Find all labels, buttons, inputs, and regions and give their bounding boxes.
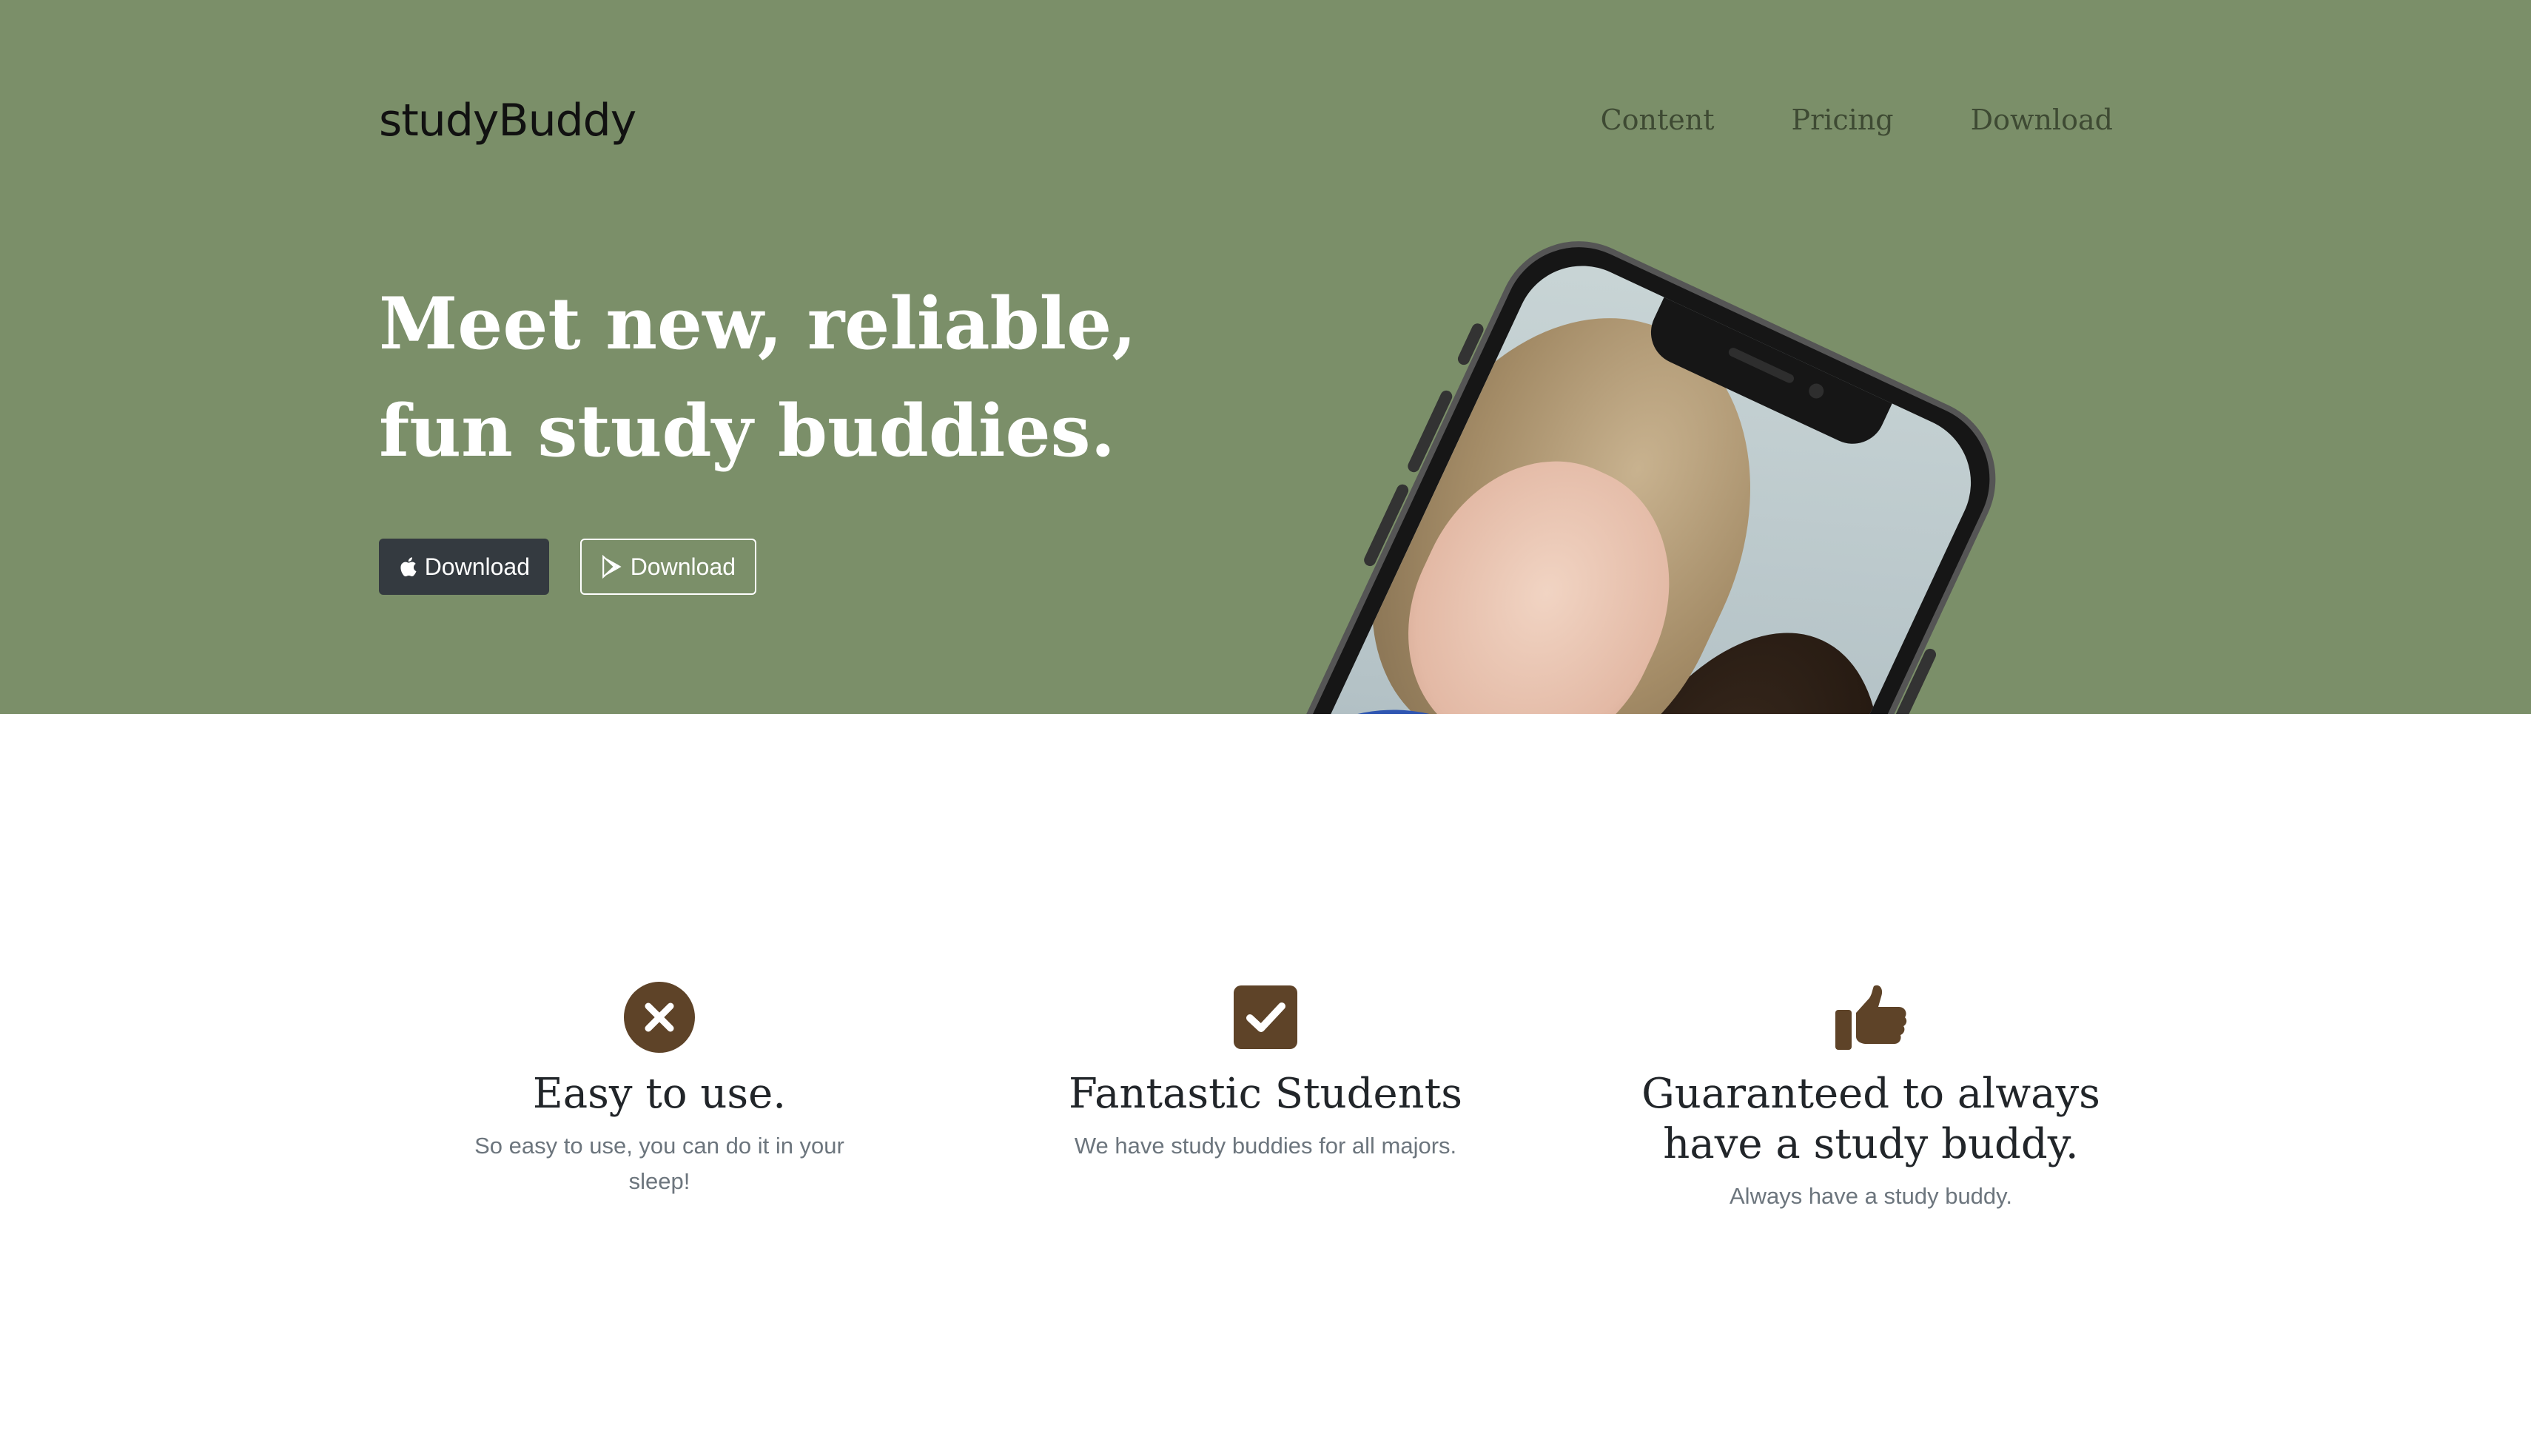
feature-title: Fantastic Students — [1069, 1070, 1462, 1118]
phone-side-button — [1456, 321, 1486, 367]
google-play-download-label: Download — [630, 553, 736, 580]
x-circle-icon — [624, 982, 695, 1053]
nav-content[interactable]: Content — [1601, 104, 1715, 136]
nav-download[interactable]: Download — [1971, 104, 2113, 136]
feature-text: Always have a study buddy. — [1730, 1183, 2012, 1209]
app-store-download-label: Download — [424, 553, 530, 580]
app-store-download-button[interactable]: Download — [379, 539, 549, 595]
nav-pricing[interactable]: Pricing — [1792, 104, 1894, 136]
thumbs-up-icon — [1835, 985, 1907, 1050]
apple-icon — [400, 557, 417, 577]
feature-text: We have study buddies for all majors. — [1074, 1133, 1457, 1159]
google-play-download-button[interactable]: Download — [580, 539, 756, 595]
google-play-icon — [602, 555, 622, 579]
feature-text: So easy to use, you can do it in your sl… — [474, 1133, 844, 1194]
feature-title: Guaranteed to always have a study buddy. — [1641, 1070, 2100, 1168]
hero-section: studyBuddy Content Pricing Download Meet… — [0, 0, 2531, 714]
checkbox-icon — [1234, 985, 1297, 1049]
phone-side-button — [1405, 388, 1454, 474]
feature-title: Easy to use. — [532, 1070, 787, 1118]
feature-guaranteed-buddy: Guaranteed to always have a study buddy.… — [1627, 980, 2115, 1214]
top-nav: Content Pricing Download — [1601, 104, 2113, 136]
features-section: Easy to use. So easy to use, you can do … — [0, 714, 2531, 1456]
hero-headline: Meet new, reliable, fun study buddies. — [379, 282, 1137, 473]
brand-logo[interactable]: studyBuddy — [379, 95, 636, 146]
phone-side-button — [1362, 482, 1411, 568]
phone-speaker — [1727, 346, 1795, 385]
phone-camera — [1806, 381, 1826, 401]
feature-fantastic-students: Fantastic Students We have study buddies… — [1021, 980, 1510, 1164]
feature-easy-to-use: Easy to use. So easy to use, you can do … — [415, 980, 904, 1199]
